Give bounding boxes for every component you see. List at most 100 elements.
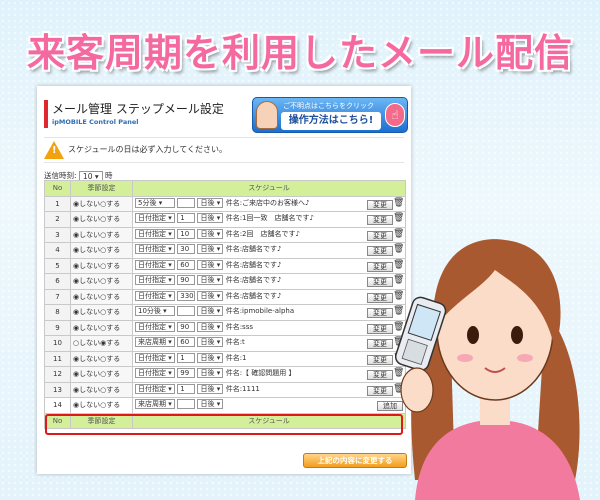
radio-on[interactable]: ○する [100, 277, 120, 285]
radio-off[interactable]: ◉しない [73, 386, 100, 394]
timing-select[interactable]: 日付指定 ▾ [135, 259, 175, 270]
row-action-button[interactable]: 変更 [367, 308, 393, 319]
unit-select[interactable]: 日後 ▾ [197, 244, 224, 255]
row-action-button[interactable]: 変更 [367, 370, 393, 381]
days-input[interactable]: 10 [177, 228, 196, 239]
unit-select[interactable]: 日後 ▾ [197, 275, 224, 286]
season-radios: ◉しない○する [70, 381, 133, 398]
timing-select[interactable]: 日付指定 ▾ [135, 368, 175, 379]
timing-select[interactable]: 来店周期 ▾ [135, 399, 175, 410]
unit-select[interactable]: 日後 ▾ [197, 259, 224, 270]
days-input[interactable]: 1 [177, 213, 196, 224]
days-input[interactable]: 30 [177, 244, 196, 255]
timing-select[interactable]: 日付指定 ▾ [135, 352, 175, 363]
unit-select[interactable]: 日後 ▾ [197, 197, 224, 208]
row-action-button[interactable]: 変更 [367, 277, 393, 288]
radio-on[interactable]: ○する [100, 370, 120, 378]
days-input[interactable] [177, 306, 196, 317]
days-input[interactable]: 90 [177, 275, 196, 286]
days-input[interactable] [177, 399, 196, 410]
timing-select[interactable]: 日付指定 ▾ [135, 383, 175, 394]
days-input[interactable]: 90 [177, 321, 196, 332]
days-input[interactable]: 60 [177, 337, 196, 348]
schedule-cell: 日付指定 ▾ 90 日後 ▾ 件名:店舗名です♪ 🗑 変更 [132, 273, 406, 290]
radio-on[interactable]: ○する [100, 262, 120, 270]
radio-on[interactable]: ○する [100, 246, 120, 254]
timing-select[interactable]: 日付指定 ▾ [135, 228, 175, 239]
row-action-button[interactable]: 変更 [367, 323, 393, 334]
schedule-cell: 来店周期 ▾ 日後 ▾ 追加 [132, 397, 406, 414]
timing-select[interactable]: 日付指定 ▾ [135, 275, 175, 286]
help-banner-button[interactable]: ご不明点はこちらをクリック 操作方法はこちら! ☝ [252, 97, 408, 133]
unit-select[interactable]: 日後 ▾ [197, 228, 224, 239]
save-button[interactable]: 上記の内容に変更する [303, 453, 407, 468]
row-action-button[interactable]: 変更 [367, 339, 393, 350]
days-input[interactable]: 60 [177, 259, 196, 270]
row-action-button[interactable]: 変更 [367, 292, 393, 303]
radio-off[interactable]: ◉しない [73, 215, 100, 223]
radio-off[interactable]: ◉しない [73, 293, 100, 301]
unit-select[interactable]: 日後 ▾ [197, 306, 224, 317]
radio-off[interactable]: ◉しない [73, 262, 100, 270]
radio-on[interactable]: ○する [100, 308, 120, 316]
timing-select[interactable]: 日付指定 ▾ [135, 213, 175, 224]
radio-on[interactable]: ○する [100, 355, 120, 363]
radio-off[interactable]: ○しない [73, 339, 100, 347]
radio-off[interactable]: ◉しない [73, 401, 100, 409]
row-action-button[interactable]: 変更 [367, 385, 393, 396]
days-input[interactable]: 330 [177, 290, 196, 301]
radio-on[interactable]: ○する [100, 215, 120, 223]
unit-select[interactable]: 日後 ▾ [197, 321, 224, 332]
unit-select[interactable]: 日後 ▾ [197, 399, 224, 410]
radio-off[interactable]: ◉しない [73, 308, 100, 316]
unit-select[interactable]: 日後 ▾ [197, 383, 224, 394]
schedule-cell: 日付指定 ▾ 1 日後 ▾ 件名:1回一致 店舗名です♪ 🗑 変更 [132, 211, 406, 228]
col-season: 季節設定 [70, 180, 133, 197]
radio-on[interactable]: ◉する [100, 339, 120, 347]
radio-on[interactable]: ○する [100, 401, 120, 409]
hand [400, 367, 434, 413]
row-no: 1 [44, 195, 71, 212]
mail-subject: 件名:1111 [225, 384, 260, 393]
unit-select[interactable]: 日後 ▾ [197, 337, 224, 348]
timing-select[interactable]: 日付指定 ▾ [135, 321, 175, 332]
radio-off[interactable]: ◉しない [73, 324, 100, 332]
radio-on[interactable]: ○する [100, 324, 120, 332]
days-input[interactable]: 1 [177, 352, 196, 363]
unit-select[interactable]: 日後 ▾ [197, 290, 224, 301]
row-action-button[interactable]: 変更 [367, 215, 393, 226]
radio-on[interactable]: ○する [100, 231, 120, 239]
row-action-button[interactable]: 変更 [367, 199, 393, 210]
pointing-hand-icon: ☝ [385, 103, 405, 127]
days-input[interactable] [177, 197, 196, 208]
panel-subtitle: ipMOBILE Control Panel [52, 118, 139, 126]
season-radios: ◉しない○する [70, 366, 133, 383]
radio-off[interactable]: ◉しない [73, 246, 100, 254]
radio-off[interactable]: ◉しない [73, 277, 100, 285]
unit-select[interactable]: 日後 ▾ [197, 368, 224, 379]
days-input[interactable]: 1 [177, 383, 196, 394]
banner-title: 来客周期を利用したメール配信 [26, 31, 573, 75]
radio-off[interactable]: ◉しない [73, 200, 100, 208]
timing-select[interactable]: 来店周期 ▾ [135, 337, 175, 348]
radio-off[interactable]: ◉しない [73, 231, 100, 239]
radio-on[interactable]: ○する [100, 293, 120, 301]
timing-select[interactable]: 日付指定 ▾ [135, 290, 175, 301]
radio-off[interactable]: ◉しない [73, 355, 100, 363]
radio-off[interactable]: ◉しない [73, 370, 100, 378]
row-action-button[interactable]: 変更 [367, 230, 393, 241]
days-input[interactable]: 99 [177, 368, 196, 379]
mail-subject: 件名:2回 店舗名です♪ [225, 229, 300, 238]
row-no: 2 [44, 211, 71, 228]
row-action-button[interactable]: 変更 [367, 246, 393, 257]
radio-on[interactable]: ○する [100, 200, 120, 208]
timing-select[interactable]: 10分後 ▾ [135, 306, 175, 317]
table-row: 9 ◉しない○する 日付指定 ▾ 90 日後 ▾ 件名:sss 🗑 変更 [44, 319, 406, 336]
radio-on[interactable]: ○する [100, 386, 120, 394]
row-action-button[interactable]: 変更 [367, 261, 393, 272]
timing-select[interactable]: 5分後 ▾ [135, 197, 175, 208]
row-action-button[interactable]: 変更 [367, 354, 393, 365]
unit-select[interactable]: 日後 ▾ [197, 213, 224, 224]
timing-select[interactable]: 日付指定 ▾ [135, 244, 175, 255]
unit-select[interactable]: 日後 ▾ [197, 352, 224, 363]
